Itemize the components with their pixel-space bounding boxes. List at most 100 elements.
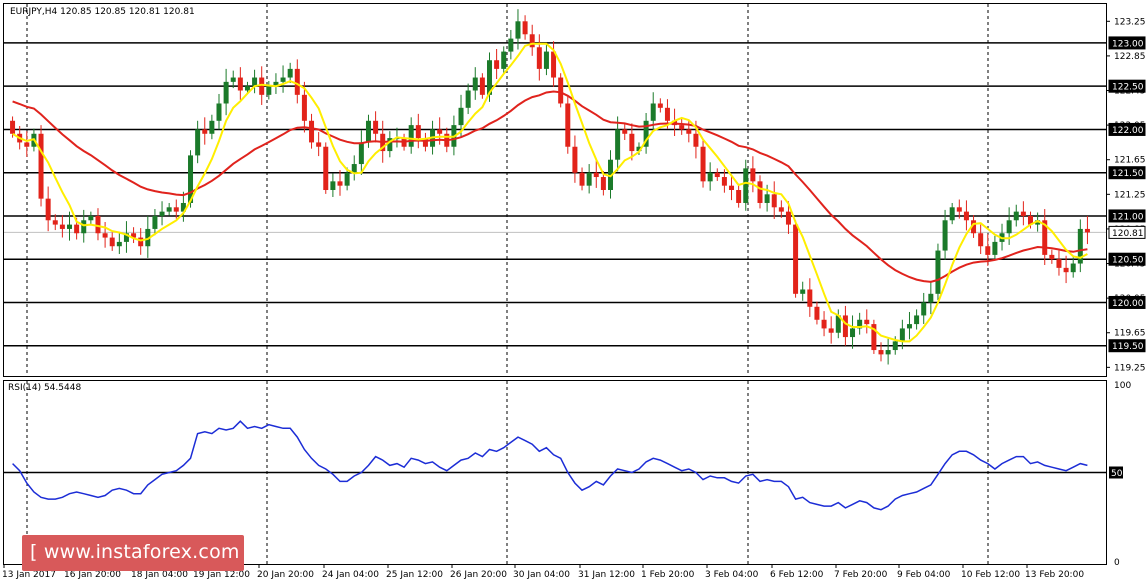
candle [195,120,201,164]
candle-body [800,289,806,294]
candle [707,162,713,191]
candle [166,202,172,216]
watermark-text: [ www.instaforex.com ] [30,541,254,563]
candle-body [1056,259,1062,268]
candle [202,117,208,145]
time-tick-label: 16 Jan 20:00 [64,570,121,580]
rsi-tick-label: 0 [1114,558,1120,568]
candle [949,202,955,225]
candle [921,292,927,325]
candle [750,156,756,193]
candle-body [985,246,991,255]
candle [152,209,158,236]
candle-body [850,328,856,338]
candle [508,29,514,60]
candle [828,316,834,344]
candle [1020,201,1026,226]
candle [579,167,585,191]
level-label: 122.00 [1112,126,1144,136]
candle [814,301,820,325]
candle [223,68,229,116]
candle-body [899,328,905,342]
time-tick-label: 10 Feb 12:00 [961,570,1020,580]
candle-body [59,224,65,229]
candle-body [707,172,713,182]
candle-body [173,207,179,212]
candle-body [914,315,920,325]
candle-body [1049,254,1055,260]
candle-body [522,21,528,35]
candle [494,48,500,80]
candle [95,208,101,241]
candle-body [223,81,229,104]
price-axis: 123.25122.85122.45122.05121.65121.25120.… [1106,17,1146,373]
candle [714,168,720,181]
candle [479,73,485,99]
candle-body [152,215,158,229]
candle-body [572,146,578,173]
candle-body [309,120,315,143]
candle [1042,209,1048,266]
candle-body [878,350,884,355]
candle-body [294,68,300,95]
candle [914,309,920,330]
candle-body [778,207,784,212]
candle [1049,249,1055,264]
candle-body [1006,220,1012,234]
candle [237,67,243,100]
candle-body [892,341,898,351]
time-tick-label: 6 Feb 12:00 [770,570,824,580]
candle [622,122,628,140]
candle-body [793,224,799,294]
candle-body [978,233,984,247]
candle [24,131,30,157]
candle-body [494,60,500,69]
candle [978,224,984,255]
candle-body [1070,263,1076,273]
candle [252,69,258,94]
candle [821,311,827,337]
candle-body [721,177,727,186]
rsi-series [4,420,1106,511]
session-separators [26,4,989,564]
price-tick-label: 123.25 [1114,17,1146,27]
candle-body [1020,211,1026,216]
candle-body [593,172,599,178]
candle [942,209,948,260]
candle [864,309,870,334]
candle-body [280,77,286,82]
price-tick-label: 121.25 [1114,190,1146,200]
candle-body [1084,228,1090,233]
candle-body [700,146,706,182]
level-label: 120.81 [1112,229,1144,239]
candle [657,98,663,113]
candle-body [373,120,379,134]
candle [842,305,848,346]
candle [373,111,379,143]
candle [123,221,129,253]
candle-body [95,215,101,234]
candle-body [437,129,443,134]
candle [558,73,564,108]
candle-body [529,34,535,48]
candle-body [81,220,87,234]
candle-body [38,133,44,199]
candle-body [237,77,243,91]
candle-body [508,38,514,52]
chart-title: EURJPY,H4 120.85 120.85 120.81 120.81 [10,7,195,17]
candle [159,201,165,226]
candle-body [956,207,962,212]
candle [536,34,542,81]
candle-body [579,172,585,186]
candle [793,220,799,298]
candle [287,62,293,83]
candle [472,67,478,100]
candle-body [323,146,329,190]
candle-body [664,107,670,121]
candle-body [921,302,927,316]
chart-canvas: 123.25122.85122.45122.05121.65121.25120.… [2,3,1146,580]
candle [992,235,998,261]
time-tick-label: 18 Jan 04:00 [131,570,188,580]
time-tick-label: 19 Jan 12:00 [193,570,250,580]
candle [615,116,621,172]
